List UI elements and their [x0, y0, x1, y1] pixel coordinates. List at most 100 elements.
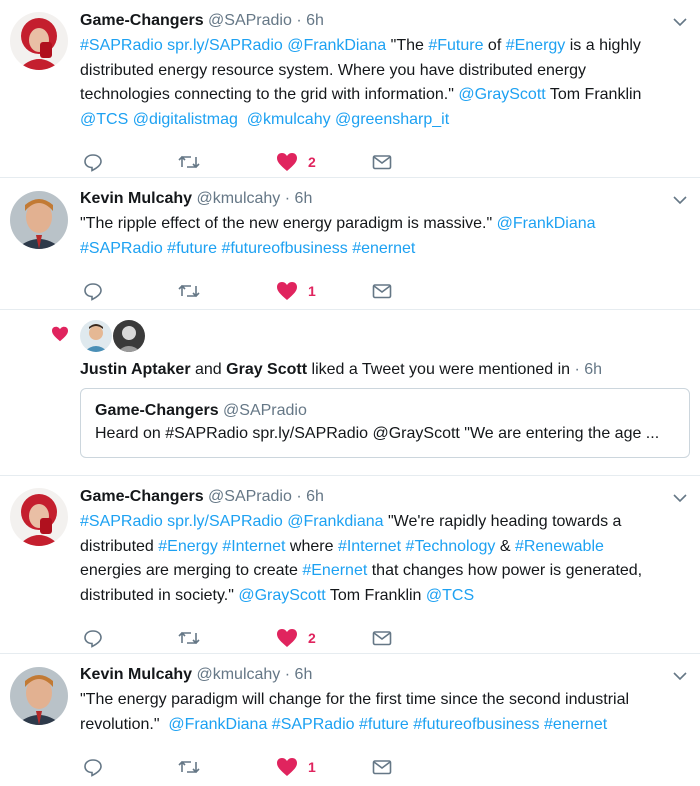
retweet-icon — [178, 631, 200, 645]
url-link[interactable]: spr.ly/SAPRadio — [167, 513, 283, 530]
mention-link[interactable]: @FrankDiana — [287, 37, 386, 54]
tweet[interactable]: Kevin Mulcahy @kmulcahy · 6h "The energy… — [0, 654, 700, 786]
hashtag-link[interactable]: #SAPRadio — [80, 37, 163, 54]
tweet-text-segment: distributed — [80, 537, 159, 555]
tweet-text-line: "The ripple effect of the new energy par… — [80, 212, 686, 237]
like-notification[interactable]: Justin Aptaker and Gray Scott liked a Tw… — [0, 310, 700, 476]
reply-button[interactable] — [83, 281, 103, 301]
chevron-down-icon[interactable] — [672, 192, 688, 208]
avatar-kevin-mulcahy[interactable] — [10, 667, 68, 725]
envelope-icon — [372, 760, 392, 775]
retweet-icon — [178, 155, 200, 169]
avatar-game-changers[interactable] — [10, 12, 68, 70]
reply-button[interactable] — [83, 757, 103, 777]
tweet-header: Kevin Mulcahy @kmulcahy · 6h — [80, 188, 686, 210]
mention-link[interactable]: @digitalistmag — [133, 111, 238, 128]
reply-button[interactable] — [83, 628, 103, 648]
tweet-text-segment: "The — [386, 37, 429, 54]
tweet-text-segment: where — [285, 537, 338, 555]
avatar-gray-scott[interactable] — [113, 320, 145, 352]
like-button[interactable]: 2 — [276, 152, 316, 172]
heart-icon — [277, 153, 297, 171]
direct-message-button[interactable] — [372, 628, 392, 648]
separator: · — [284, 666, 291, 683]
mention-link[interactable]: @TCS — [80, 111, 128, 128]
chevron-down-icon[interactable] — [672, 668, 688, 684]
liker-name[interactable]: Gray Scott — [226, 361, 307, 378]
mention-link[interactable]: @greensharp_it — [335, 111, 449, 128]
mention-link[interactable]: @GrayScott — [238, 587, 325, 604]
hashtag-link[interactable]: #Energy — [158, 538, 218, 555]
like-count: 1 — [308, 283, 316, 299]
tweet[interactable]: Game-Changers @SAPradio · 6h #SAPRadio s… — [0, 476, 700, 654]
envelope-icon — [372, 631, 392, 646]
tweet-actions: 1 — [80, 757, 686, 786]
tweet[interactable]: Kevin Mulcahy @kmulcahy · 6h "The ripple… — [0, 178, 700, 310]
mention-link[interactable]: @FrankDiana — [168, 716, 267, 733]
hashtag-link[interactable]: #SAPRadio — [80, 240, 163, 257]
retweet-button[interactable] — [178, 281, 200, 301]
avatar-game-changers[interactable] — [10, 488, 68, 546]
mention-link[interactable]: @Frankdiana — [287, 513, 383, 530]
direct-message-button[interactable] — [372, 152, 392, 172]
hashtag-link[interactable]: #Future — [428, 37, 483, 54]
timestamp[interactable]: 6h — [295, 190, 313, 207]
hashtag-link[interactable]: #futureofbusiness — [221, 240, 347, 257]
tweet-text-line: revolution." @FrankDiana #SAPRadio #futu… — [80, 713, 686, 738]
like-count: 1 — [308, 759, 316, 775]
tweet[interactable]: Game-Changers @SAPradio · 6h #SAPRadio s… — [0, 0, 700, 178]
url-link[interactable]: spr.ly/SAPRadio — [167, 37, 283, 54]
timestamp[interactable]: 6h — [306, 12, 324, 29]
mention-link[interactable]: @kmulcahy — [247, 111, 331, 128]
hashtag-link[interactable]: #Internet — [338, 538, 401, 555]
separator: · — [296, 12, 302, 29]
avatar-kevin-mulcahy[interactable] — [10, 191, 68, 249]
envelope-icon — [372, 284, 392, 299]
retweet-button[interactable] — [178, 757, 200, 777]
author-name[interactable]: Game-Changers — [80, 12, 204, 29]
hashtag-link[interactable]: #enernet — [352, 240, 415, 257]
hashtag-link[interactable]: #Technology — [406, 538, 496, 555]
mention-link[interactable]: @GrayScott — [458, 86, 545, 103]
like-button[interactable]: 2 — [276, 628, 316, 648]
hashtag-link[interactable]: #future — [167, 240, 217, 257]
hashtag-link[interactable]: #Renewable — [515, 538, 604, 555]
hashtag-link[interactable]: #SAPRadio — [272, 716, 355, 733]
author-handle[interactable]: @kmulcahy — [196, 666, 280, 683]
timestamp[interactable]: 6h — [306, 488, 324, 505]
reply-button[interactable] — [83, 152, 103, 172]
mention-link[interactable]: @FrankDiana — [497, 215, 596, 232]
direct-message-button[interactable] — [372, 281, 392, 301]
mention-link[interactable]: @TCS — [426, 587, 474, 604]
like-button[interactable]: 1 — [276, 757, 316, 777]
avatar-justin-aptaker[interactable] — [80, 320, 112, 352]
hashtag-link[interactable]: #future — [359, 716, 409, 733]
hashtag-link[interactable]: #Energy — [506, 37, 566, 54]
chevron-down-icon[interactable] — [672, 14, 688, 30]
tweet-text-segment: that changes how power is generated, — [367, 562, 643, 579]
like-button[interactable]: 1 — [276, 281, 316, 301]
liker-name[interactable]: Justin Aptaker — [80, 361, 191, 378]
like-count: 2 — [308, 154, 316, 170]
retweet-button[interactable] — [178, 152, 200, 172]
quoted-tweet[interactable]: Game-Changers @SAPradio Heard on #SAPRad… — [80, 388, 690, 458]
chevron-down-icon[interactable] — [672, 490, 688, 506]
hashtag-link[interactable]: #Enernet — [302, 562, 367, 579]
timestamp[interactable]: 6h — [295, 666, 313, 683]
notification-text: Justin Aptaker and Gray Scott liked a Tw… — [80, 358, 602, 382]
author-name[interactable]: Kevin Mulcahy — [80, 666, 192, 683]
reply-icon — [84, 630, 102, 648]
tweet-text-line: distributed #Energy #Internet where #Int… — [80, 535, 686, 560]
hashtag-link[interactable]: #enernet — [544, 716, 607, 733]
author-name[interactable]: Game-Changers — [80, 488, 204, 505]
hashtag-link[interactable]: #SAPRadio — [80, 513, 163, 530]
direct-message-button[interactable] — [372, 757, 392, 777]
hashtag-link[interactable]: #Internet — [222, 538, 285, 555]
hashtag-link[interactable]: #futureofbusiness — [413, 716, 539, 733]
author-handle[interactable]: @kmulcahy — [196, 190, 280, 207]
author-name[interactable]: Kevin Mulcahy — [80, 190, 192, 207]
retweet-button[interactable] — [178, 628, 200, 648]
author-handle[interactable]: @SAPradio — [208, 12, 292, 29]
author-handle[interactable]: @SAPradio — [208, 488, 292, 505]
tweet-text-segment: "The energy paradigm will change for the… — [80, 691, 630, 708]
